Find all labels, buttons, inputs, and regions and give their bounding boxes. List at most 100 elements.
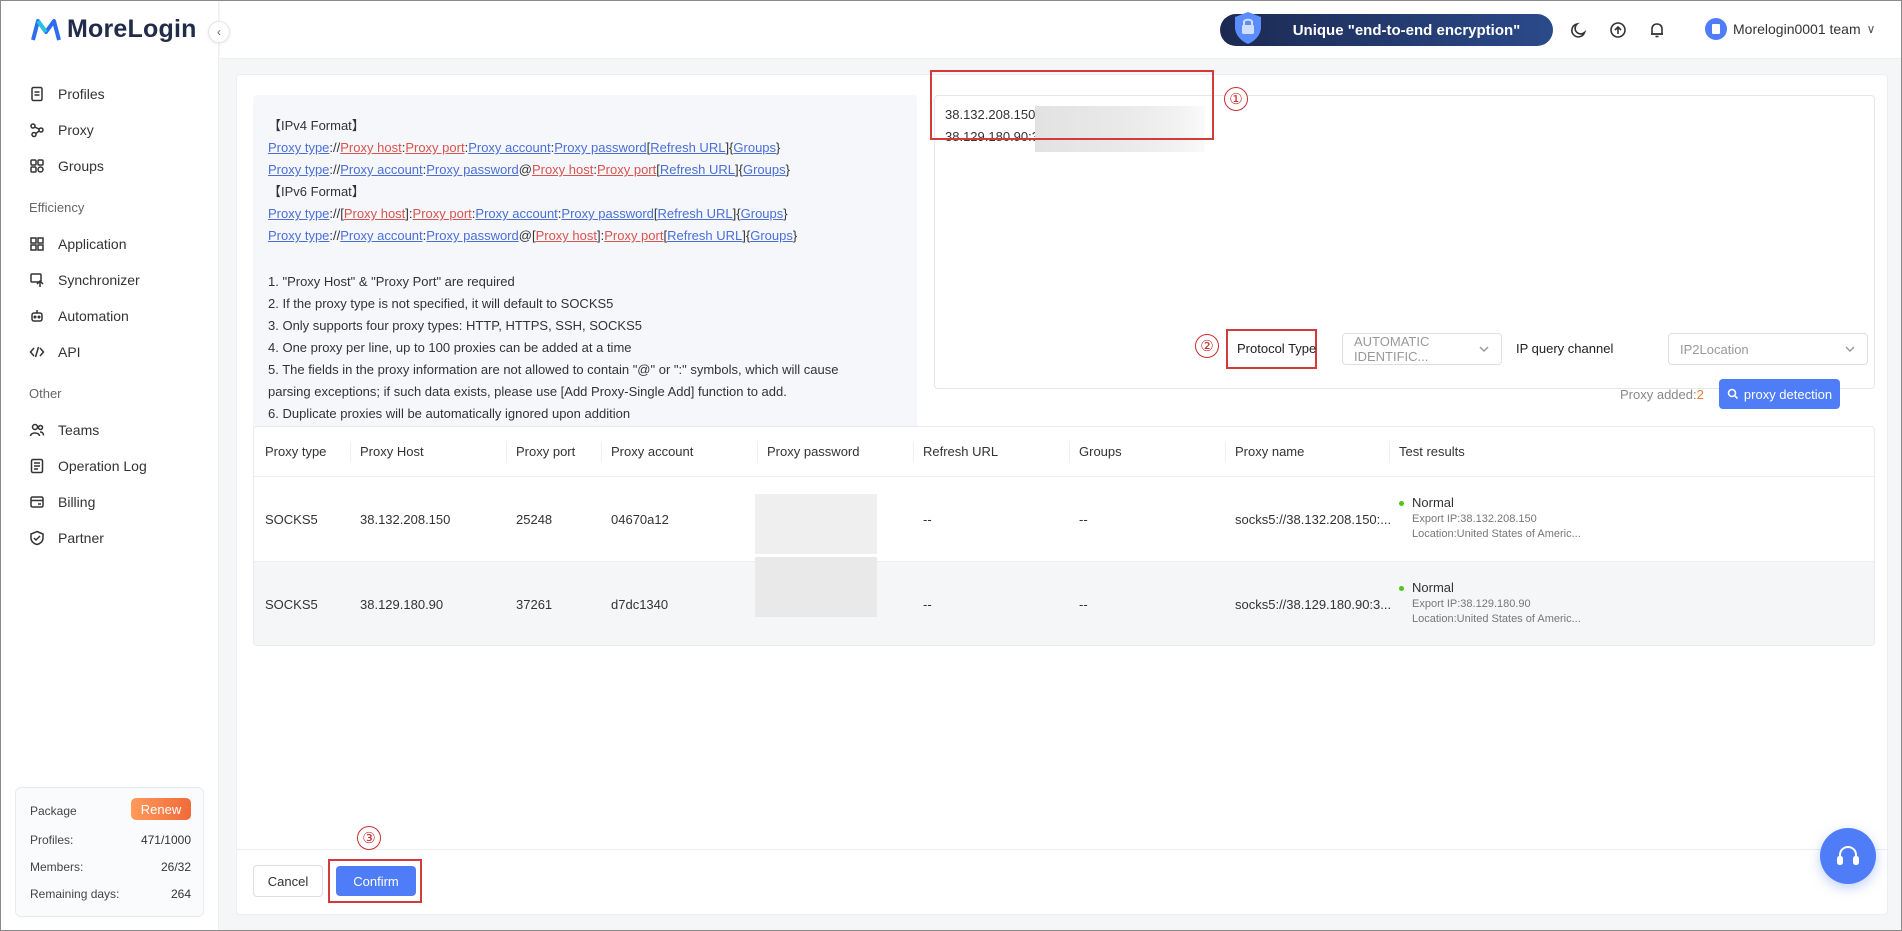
column-header: Proxy port	[516, 444, 576, 459]
sidebar-item-label: API	[58, 344, 81, 360]
package-profiles-value: 471/1000	[140, 833, 191, 847]
bell-icon	[1651, 23, 1663, 38]
notifications-button[interactable]	[1648, 21, 1666, 39]
sidebar: MoreLogin ‹ Profiles Proxy Groups Effici…	[1, 1, 230, 930]
groups-icon	[30, 159, 44, 173]
proxy-icon	[30, 123, 44, 138]
annotation-box-3	[328, 859, 422, 903]
protocol-type-label: Protocol Type	[1237, 341, 1317, 356]
note-line: 3. Only supports four proxy types: HTTP,…	[268, 318, 642, 333]
shield-lock-icon	[1235, 12, 1261, 44]
ip-query-channel-select[interactable]: IP2Location	[1668, 333, 1868, 365]
renew-button[interactable]: Renew	[131, 798, 191, 820]
sidebar-item-partner[interactable]: Partner	[29, 526, 104, 550]
proxy-detection-button[interactable]: proxy detection	[1719, 379, 1840, 409]
token-proxy-account: Proxy account	[475, 206, 558, 221]
sidebar-item-proxy[interactable]: Proxy	[29, 118, 94, 142]
ipv4-format-line-1: Proxy type://Proxy host:Proxy port:Proxy…	[268, 140, 781, 155]
proxy-table: Proxy type Proxy Host Proxy port Proxy a…	[253, 426, 1875, 646]
annotation-box-1	[930, 70, 1214, 140]
column-divider	[506, 441, 507, 463]
sidebar-item-operation-log[interactable]: Operation Log	[29, 454, 147, 478]
status-dot	[1399, 586, 1404, 592]
app-name: MoreLogin	[67, 15, 197, 43]
package-card: Package Renew Profiles: 471/1000 Members…	[15, 787, 204, 917]
column-header: Refresh URL	[923, 444, 999, 459]
sidebar-item-billing[interactable]: Billing	[29, 490, 95, 514]
column-divider	[1225, 441, 1226, 463]
cell-proxy-host: 38.129.180.90	[360, 597, 444, 612]
morelogin-logo-icon	[31, 18, 61, 41]
billing-icon	[30, 496, 44, 508]
avatar	[1705, 18, 1727, 40]
export-ip: Export IP:38.129.180.90	[1412, 598, 1531, 610]
theme-toggle-button[interactable]	[1570, 21, 1588, 39]
batch-add-proxy-panel: 【IPv4 Format】 Proxy type://Proxy host:Pr…	[236, 70, 1888, 915]
cell-proxy-port: 25248	[516, 512, 553, 527]
table-row[interactable]: SOCKS5 38.129.180.90 37261 d7dc1340 -- -…	[254, 557, 1874, 645]
cell-refresh-url: --	[923, 512, 932, 527]
export-ip: Export IP:38.132.208.150	[1412, 513, 1537, 525]
footer-divider	[237, 849, 1887, 850]
sidebar-item-synchronizer[interactable]: Synchronizer	[29, 268, 140, 292]
sidebar-item-teams[interactable]: Teams	[29, 418, 99, 442]
status-line: Normal	[1399, 495, 1581, 510]
sidebar-item-label: Profiles	[58, 86, 105, 102]
sidebar-item-automation[interactable]: Automation	[29, 304, 129, 328]
customer-support-button[interactable]	[1820, 828, 1876, 884]
upload-button[interactable]	[1609, 21, 1627, 39]
protocol-type-select[interactable]: AUTOMATIC IDENTIFIC...	[1342, 333, 1502, 365]
token-proxy-host: Proxy host	[340, 140, 402, 155]
token-proxy-password: Proxy password	[426, 228, 519, 243]
column-header: Groups	[1079, 444, 1122, 459]
cell-groups: --	[1079, 597, 1088, 612]
table-header: Proxy type Proxy Host Proxy port Proxy a…	[254, 427, 1874, 477]
cell-proxy-name: socks5://38.132.208.150:...	[1235, 512, 1392, 527]
chevron-down-icon	[1843, 342, 1857, 356]
column-divider	[757, 441, 758, 463]
logo[interactable]: MoreLogin	[31, 15, 197, 44]
cell-refresh-url: --	[923, 597, 932, 612]
collapse-sidebar-button[interactable]: ‹	[208, 21, 230, 43]
sidebar-item-groups[interactable]: Groups	[29, 154, 104, 178]
user-menu[interactable]: Morelogin0001 team ∨	[1705, 18, 1875, 40]
column-divider	[350, 441, 351, 463]
location: Location:United States of Americ...	[1412, 528, 1581, 540]
table-row[interactable]: SOCKS5 38.132.208.150 25248 04670a12 -- …	[254, 477, 1874, 562]
column-header: Proxy name	[1235, 444, 1305, 459]
note-line: 2. If the proxy type is not specified, i…	[268, 296, 614, 311]
sidebar-item-profiles[interactable]: Profiles	[29, 82, 105, 106]
proxy-added-count: 2	[1696, 387, 1704, 402]
ipv4-format-title: 【IPv4 Format】	[268, 118, 365, 133]
sidebar-item-application[interactable]: Application	[29, 232, 127, 256]
sidebar-item-label: Proxy	[58, 122, 94, 138]
sidebar-item-label: Operation Log	[58, 458, 147, 474]
cancel-button[interactable]: Cancel	[253, 865, 323, 897]
token-proxy-port: Proxy port	[412, 206, 472, 221]
sidebar-item-label: Groups	[58, 158, 104, 174]
location: Location:United States of Americ...	[1412, 613, 1581, 625]
package-members-label: Members:	[30, 860, 84, 874]
headset-icon	[1837, 845, 1859, 865]
proxy-added-label: Proxy added:	[1620, 387, 1697, 402]
column-header: Proxy account	[611, 444, 694, 459]
package-profiles-row: Profiles: 471/1000	[30, 833, 191, 847]
cell-groups: --	[1079, 512, 1088, 527]
api-icon	[29, 346, 45, 358]
ip-query-channel-label: IP query channel	[1516, 341, 1614, 356]
package-remaining-row: Remaining days: 264	[30, 887, 191, 901]
token-proxy-port: Proxy port	[405, 140, 465, 155]
cell-proxy-port: 37261	[516, 597, 553, 612]
package-members-row: Members: 26/32	[30, 860, 191, 874]
chevron-down-icon	[1477, 342, 1491, 356]
annotation-number-3: ③	[357, 826, 381, 850]
encryption-promo-banner[interactable]: Unique "end-to-end encryption"	[1220, 12, 1553, 46]
sidebar-item-api[interactable]: API	[29, 340, 81, 364]
sidebar-item-label: Teams	[58, 422, 100, 438]
token-proxy-password: Proxy password	[426, 162, 519, 177]
package-remaining-label: Remaining days:	[30, 887, 120, 901]
note-line: parsing exceptions; if such data exists,…	[268, 384, 787, 399]
cell-proxy-host: 38.132.208.150	[360, 512, 451, 527]
annotation-number-2: ②	[1195, 334, 1219, 358]
cell-proxy-account: d7dc1340	[611, 597, 669, 612]
